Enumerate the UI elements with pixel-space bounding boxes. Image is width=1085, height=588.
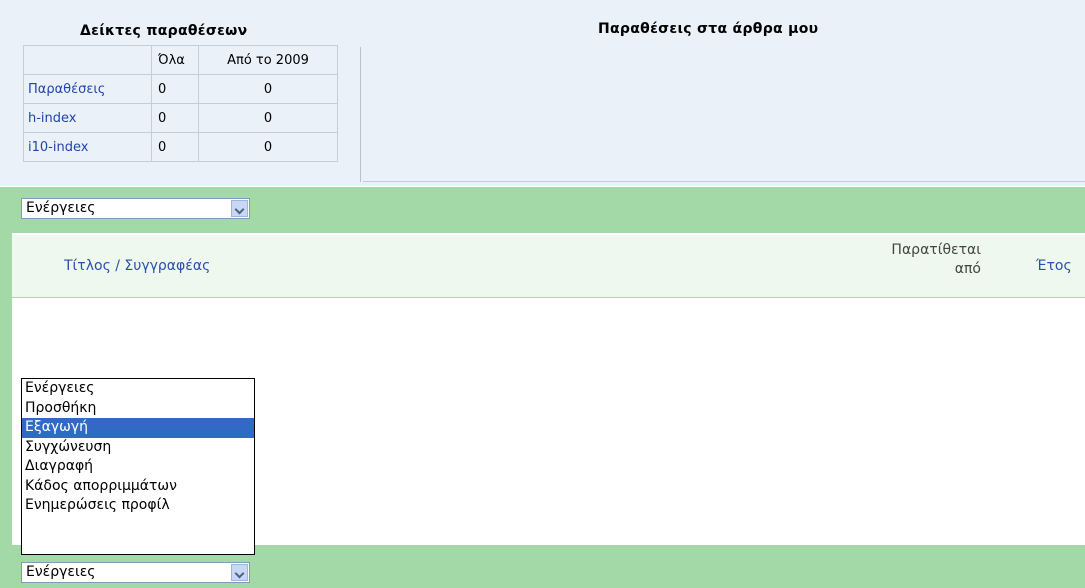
option-profile-updates[interactable]: Ενημερώσεις προφίλ: [22, 496, 254, 516]
h-index-all: 0: [151, 103, 199, 133]
col-since: Από το 2009: [198, 45, 338, 75]
option-actions[interactable]: Ενέργειες: [22, 379, 254, 399]
vertical-divider: [360, 47, 361, 182]
i10-index-all: 0: [151, 132, 199, 162]
citation-stats-table: Όλα Από το 2009 Παραθέσεις 0 0 h-index 0…: [23, 45, 338, 162]
stats-link-i10-index[interactable]: i10-index: [23, 132, 152, 162]
option-add[interactable]: Προσθήκη: [22, 399, 254, 419]
stats-row-citations: Παραθέσεις 0 0: [23, 74, 338, 104]
actions-select-value: Ενέργειες: [26, 564, 96, 580]
cited-by-line1: Παρατίθεται: [891, 242, 981, 258]
left-green-stripe: [0, 233, 12, 545]
cited-by-header: Παρατίθεται από: [865, 241, 981, 279]
stats-link-citations[interactable]: Παραθέσεις: [23, 74, 152, 104]
actions-select-bottom[interactable]: Ενέργειες: [21, 562, 250, 583]
actions-dropdown-list[interactable]: Ενέργειες Προσθήκη Εξαγωγή Συγχώνευση Δι…: [21, 378, 255, 555]
h-index-since: 0: [198, 103, 338, 133]
citations-to-my-articles-title: Παραθέσεις στα άρθρα μου: [598, 21, 819, 37]
stats-corner-cell: [23, 45, 152, 75]
option-merge[interactable]: Συγχώνευση: [22, 438, 254, 458]
actions-select-value: Ενέργειες: [26, 200, 96, 216]
citations-since: 0: [198, 74, 338, 104]
sort-by-year-link[interactable]: Έτος: [1036, 258, 1072, 274]
stats-link-h-index[interactable]: h-index: [23, 103, 152, 133]
citation-indices-title: Δείκτες παραθέσεων: [80, 23, 248, 39]
stats-row-i10-index: i10-index 0 0: [23, 132, 338, 162]
actions-select-top[interactable]: Ενέργειες: [21, 198, 250, 219]
option-delete[interactable]: Διαγραφή: [22, 457, 254, 477]
cited-by-line2: από: [954, 261, 981, 277]
option-export[interactable]: Εξαγωγή: [22, 418, 254, 438]
chevron-down-icon[interactable]: [231, 564, 248, 581]
i10-index-since: 0: [198, 132, 338, 162]
stats-row-h-index: h-index 0 0: [23, 103, 338, 133]
citations-all: 0: [151, 74, 199, 104]
sort-by-title-link[interactable]: Τίτλος / Συγγραφέας: [64, 258, 210, 274]
option-trash[interactable]: Κάδος απορριμμάτων: [22, 477, 254, 497]
col-all: Όλα: [151, 45, 199, 75]
chevron-down-icon[interactable]: [231, 200, 248, 217]
horizontal-divider: [363, 181, 1085, 182]
stats-header-row: Όλα Από το 2009: [23, 45, 338, 75]
